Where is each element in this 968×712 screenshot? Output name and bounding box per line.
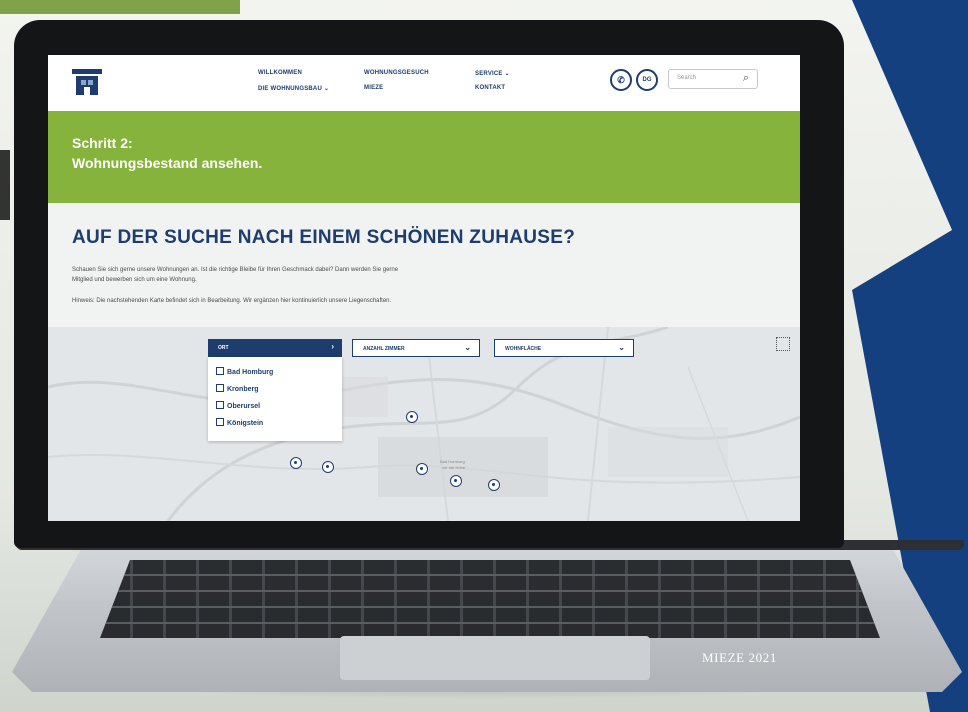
step-label: Schritt 2: [72,135,133,151]
location-option[interactable]: Oberursel [216,401,260,410]
sign-language-icon[interactable]: DG [636,69,658,91]
checkbox[interactable] [216,401,224,409]
caption: MIEZE 2021 [702,650,777,665]
search-icon[interactable]: ⌕ [743,72,749,85]
chevron-down-icon: ⌄ [618,343,625,352]
property-map[interactable]: ORT › ANZAHL ZIMMER ⌄ WOHNFLÄCHE ⌄ Bad H… [48,327,800,521]
laptop-screen: WILLKOMMEN DIE WOHNUNGSBAU ⌄ WOHNUNGSGES… [48,55,800,521]
chevron-down-icon: ⌄ [464,343,471,352]
nav-item-die-wohnungsbau[interactable]: DIE WOHNUNGSBAU ⌄ [258,85,329,92]
nav-item-wohnungsgesuch[interactable]: WOHNUNGSGESUCH [364,70,429,76]
trackpad [340,636,650,680]
checkbox[interactable] [216,367,224,375]
filter-flaeche-label: WOHNFLÄCHE [505,346,542,352]
checkbox[interactable] [216,384,224,392]
keyboard-rows [100,560,880,638]
search-input[interactable]: Search ⌕ [668,69,758,89]
intro-section: AUF DER SUCHE NACH EINEM SCHÖNEN ZUHAUSE… [48,203,800,327]
phone-icon[interactable]: ✆ [610,69,632,91]
step-banner: Schritt 2: Wohnungsbestand ansehen. [48,111,800,203]
search-placeholder: Search [677,75,697,81]
expand-icon[interactable] [776,337,790,351]
chevron-right-icon: › [331,342,334,351]
nav-item-service[interactable]: SERVICE ⌄ [475,70,510,77]
plant-background [0,0,240,14]
nav-item-willkommen[interactable]: WILLKOMMEN [258,70,302,76]
checkbox[interactable] [216,418,224,426]
filter-ort-label: ORT [218,345,229,351]
location-dropdown: Bad Homburg Kronberg Oberursel Königstei… [208,357,342,441]
map-pin-icon[interactable] [488,479,500,491]
hint-text: Hinweis: Die nachstehenden Karte befinde… [72,298,392,304]
filter-anzahl-zimmer[interactable]: ANZAHL ZIMMER ⌄ [352,339,480,357]
filter-wohnflaeche[interactable]: WOHNFLÄCHE ⌄ [494,339,634,357]
location-option[interactable]: Bad Homburg [216,367,273,376]
logo-icon[interactable] [70,67,104,97]
intro-text-line-1: Schauen Sie sich gerne unsere Wohnungen … [72,267,399,273]
map-pin-icon[interactable] [406,411,418,423]
intro-text-line-2: Mitglied und bewerben sich um eine Wohnu… [72,277,197,283]
location-option[interactable]: Kronberg [216,384,259,393]
filter-ort[interactable]: ORT › [208,339,342,357]
map-pin-icon[interactable] [322,461,334,473]
filter-zimmer-label: ANZAHL ZIMMER [363,346,405,352]
nav-item-mieze[interactable]: MIEZE [364,85,383,91]
map-pin-icon[interactable] [416,463,428,475]
site-header: WILLKOMMEN DIE WOHNUNGSBAU ⌄ WOHNUNGSGES… [48,55,800,112]
page-headline: AUF DER SUCHE NACH EINEM SCHÖNEN ZUHAUSE… [72,227,576,248]
map-pin-icon[interactable] [450,475,462,487]
map-label: vor der Höhe [442,465,466,470]
location-option[interactable]: Königstein [216,418,263,427]
background-object [0,150,10,220]
step-title: Wohnungsbestand ansehen. [72,155,263,171]
map-label: Bad Homburg [440,459,465,464]
map-pin-icon[interactable] [290,457,302,469]
nav-item-kontakt[interactable]: KONTAKT [475,85,505,91]
